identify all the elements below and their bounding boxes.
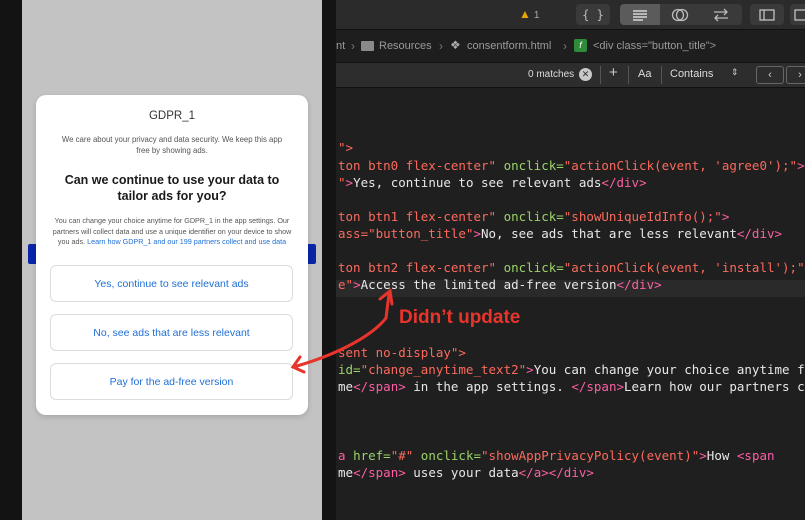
match-case-toggle[interactable]: Aa — [638, 68, 651, 80]
next-match-icon[interactable]: › — [786, 66, 805, 84]
code-line[interactable]: "> — [338, 140, 353, 155]
chevron-right-icon: › — [563, 39, 567, 53]
code-line[interactable]: id="change_anytime_text2">You can change… — [338, 362, 805, 377]
breadcrumb-element[interactable]: <div class="button_title"> — [593, 40, 716, 52]
chevron-right-icon: › — [439, 39, 443, 53]
function-icon: f — [574, 39, 587, 52]
info-text: You can change your choice anytime for G… — [50, 216, 294, 248]
add-pattern-icon[interactable]: + — [609, 64, 618, 81]
consent-dialog: GDPR_1 We care about your privacy and da… — [36, 95, 308, 415]
code-line[interactable]: e">Access the limited ad-free version</d… — [338, 277, 662, 292]
privacy-text: We care about your privacy and data secu… — [61, 135, 283, 155]
previous-match-icon[interactable]: ‹ — [756, 66, 784, 84]
annotation-label: Didn’t update — [399, 307, 521, 328]
code-line[interactable]: me</span> in the app settings. </span>Le… — [338, 379, 805, 394]
html-file-icon: ❖ — [450, 38, 461, 52]
warning-icon: ▲ — [519, 7, 531, 21]
dialog-title: GDPR_1 — [148, 110, 196, 122]
inspector-toggle-icon[interactable] — [790, 4, 805, 25]
divider — [628, 66, 629, 84]
warning-badge[interactable]: ▲ 1 — [519, 7, 539, 21]
breadcrumb-prefix[interactable]: nt — [336, 40, 345, 52]
clear-search-icon[interactable]: ✕ — [579, 68, 592, 81]
standard-editor-icon[interactable] — [620, 4, 660, 25]
code-line[interactable]: ton btn1 flex-center" onclick="showUniqu… — [338, 209, 729, 224]
folder-icon — [361, 41, 374, 51]
pay-ad-free-button[interactable]: Pay for the ad-free version — [50, 363, 293, 400]
code-line[interactable]: ass="button_title">No, see ads that are … — [338, 226, 782, 241]
partners-link[interactable]: Learn how GDPR_1 and our 199 partners co… — [87, 237, 286, 246]
chevron-right-icon: › — [351, 39, 355, 53]
editor-mode-segment — [620, 4, 742, 25]
warning-count: 1 — [533, 10, 540, 21]
breadcrumb-file[interactable]: consentform.html — [467, 40, 551, 52]
less-relevant-button[interactable]: No, see ads that are less relevant — [50, 314, 293, 351]
match-count: 0 matches — [528, 69, 575, 80]
library-button[interactable]: { } — [576, 4, 610, 25]
breadcrumb-folder[interactable]: Resources — [379, 40, 432, 52]
chevron-updown-icon[interactable]: ⇕ — [731, 67, 739, 78]
code-line[interactable]: a href="#" onclick="showAppPrivacyPolicy… — [338, 448, 775, 463]
window-edge — [0, 0, 22, 520]
find-mode-select[interactable]: Contains — [670, 68, 713, 80]
code-line[interactable]: sent no-display"> — [338, 345, 466, 360]
navigator-toggle-icon[interactable] — [750, 4, 784, 25]
divider — [600, 66, 601, 84]
code-line[interactable]: ">Yes, continue to see relevant ads</div… — [338, 175, 647, 190]
assistant-editor-icon[interactable] — [660, 4, 700, 25]
version-editor-icon[interactable] — [700, 4, 742, 25]
agree-button[interactable]: Yes, continue to see relevant ads — [50, 265, 293, 302]
code-line[interactable]: me</span> uses your data</a></div> — [338, 465, 594, 480]
pane-divider[interactable] — [322, 0, 336, 520]
divider — [661, 66, 662, 84]
consent-question: Can we continue to use your data to tail… — [64, 173, 280, 203]
code-line[interactable]: ton btn2 flex-center" onclick="actionCli… — [338, 260, 805, 275]
code-line[interactable]: ton btn0 flex-center" onclick="actionCli… — [338, 158, 805, 173]
